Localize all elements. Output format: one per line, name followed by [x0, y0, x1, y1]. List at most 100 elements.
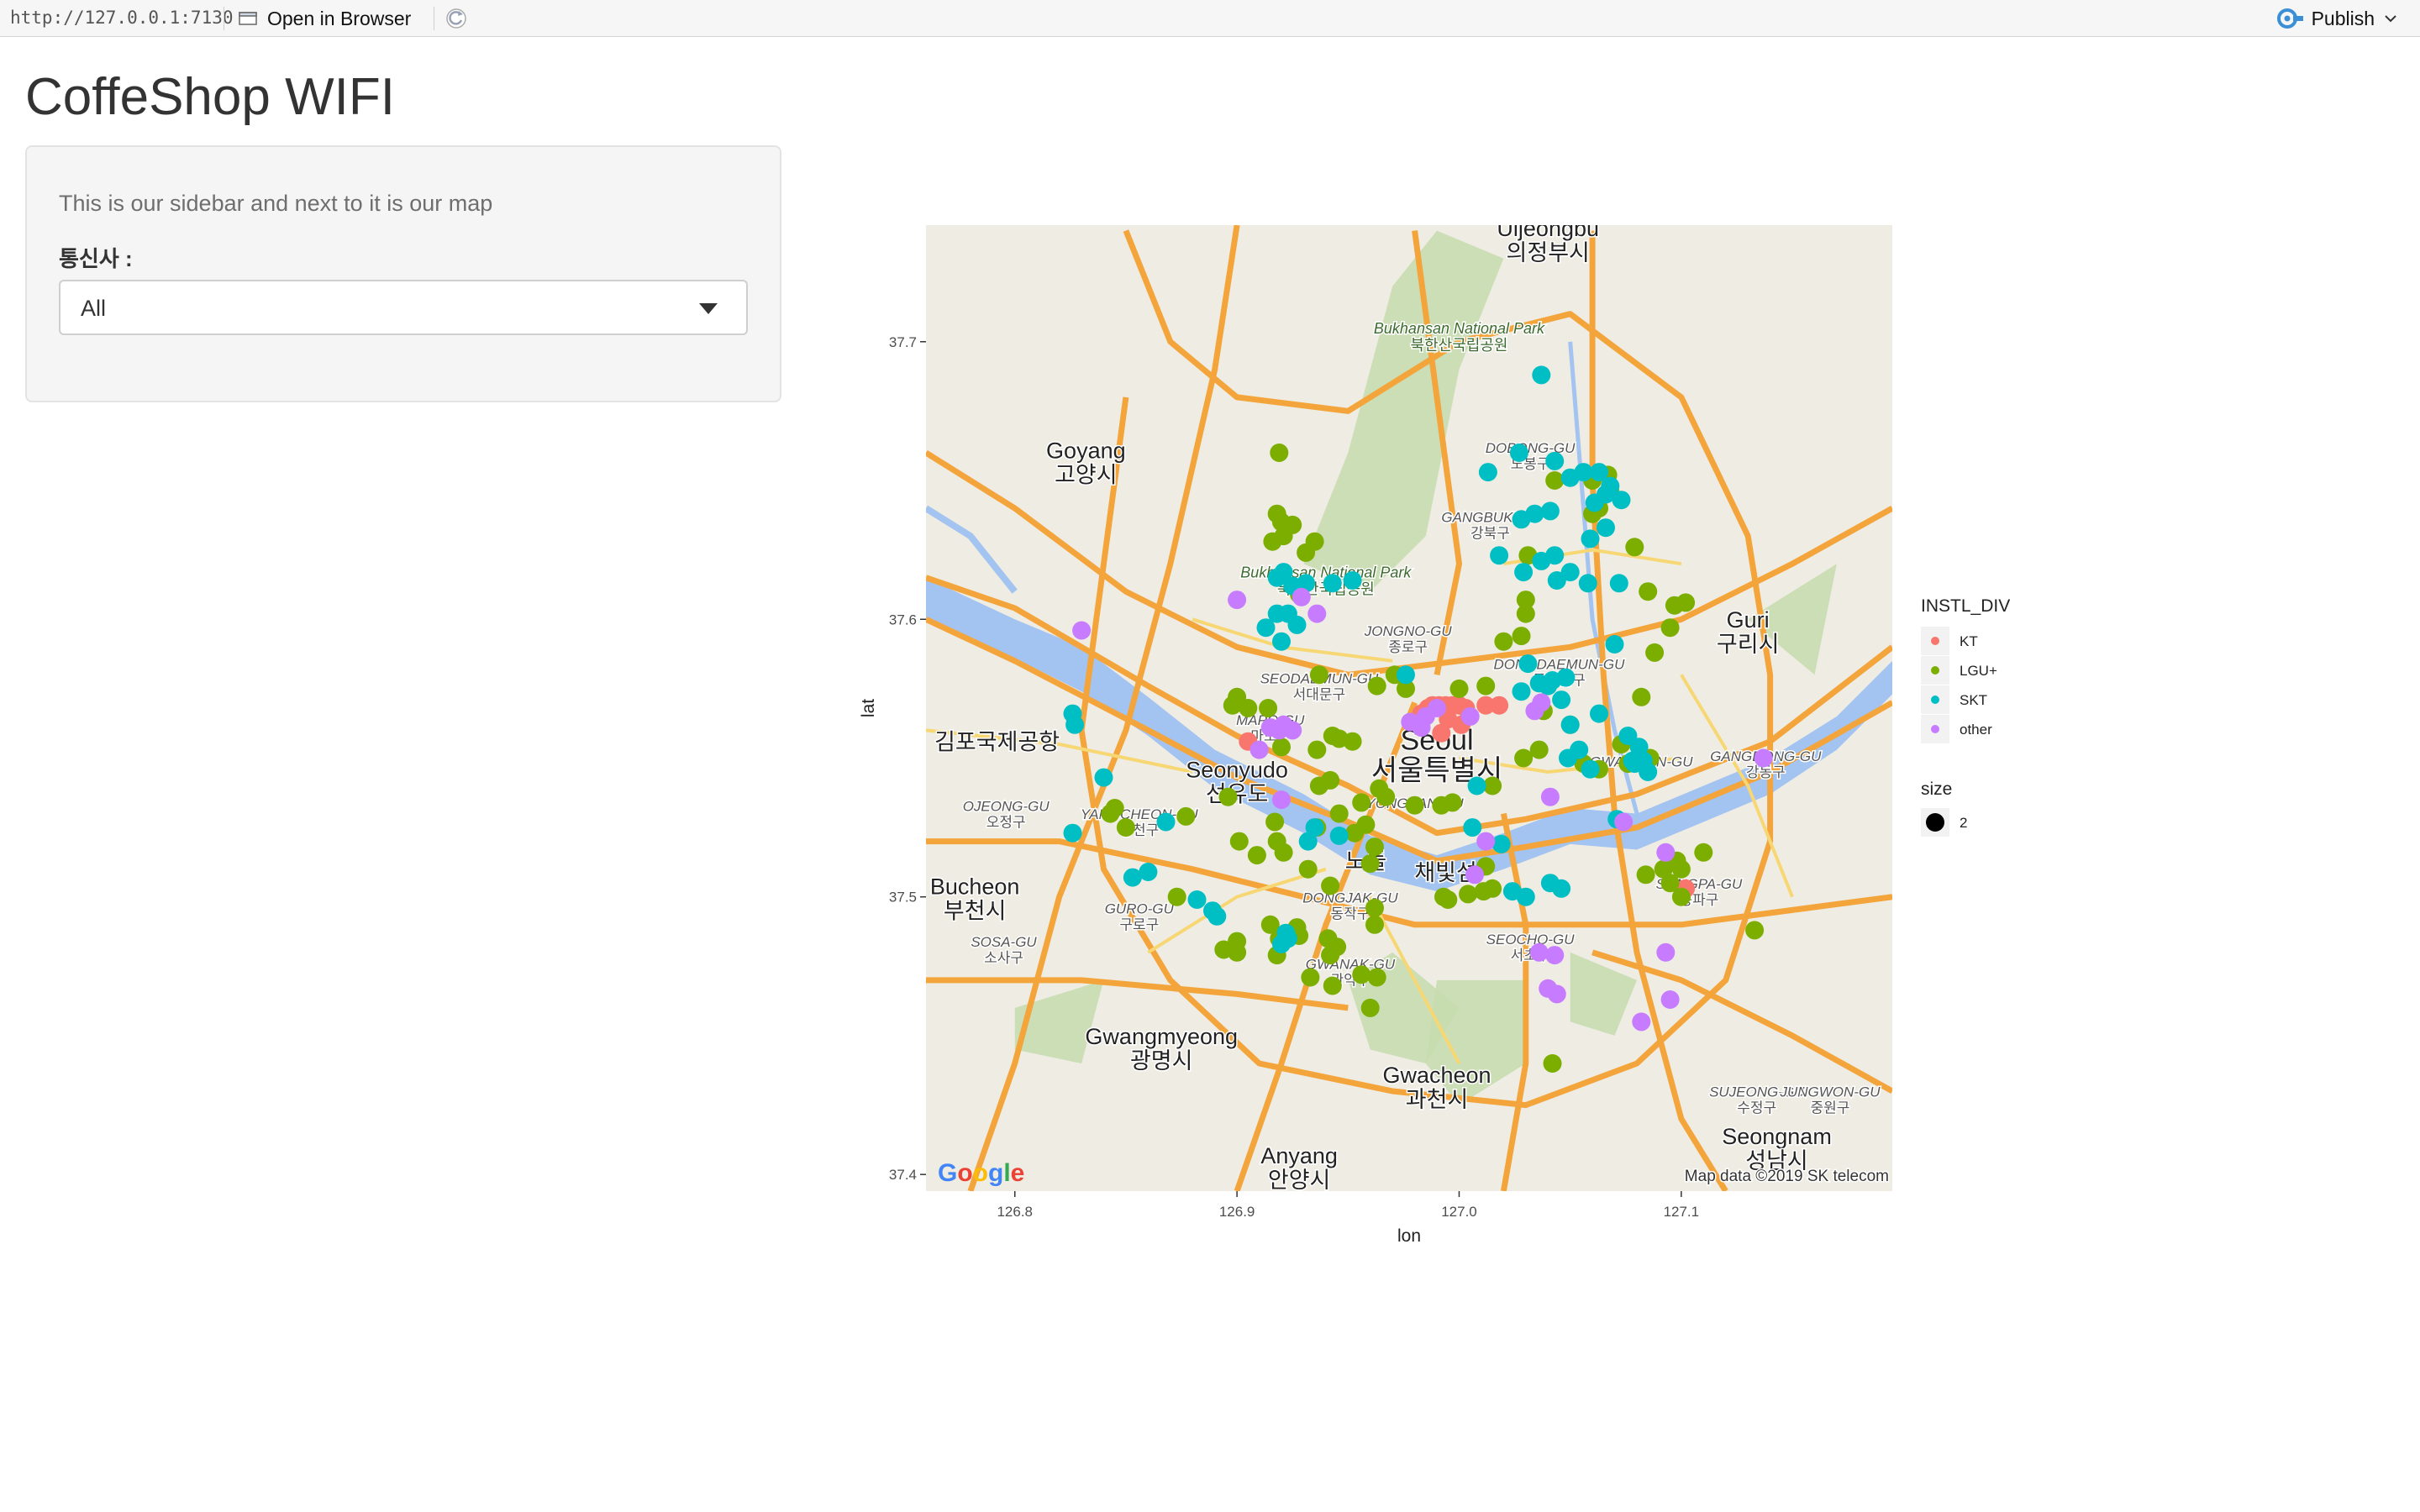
data-point-lgu — [1514, 748, 1534, 768]
publish-label: Publish — [2311, 7, 2375, 29]
data-point-skt — [1545, 451, 1565, 470]
google-logo-letter: o — [957, 1159, 972, 1187]
map-attribution: Map data ©2019 SK telecom — [1685, 1168, 1889, 1185]
data-point-skt — [1556, 668, 1576, 687]
data-point-other — [1656, 942, 1676, 962]
data-point-skt — [1552, 690, 1571, 710]
data-point-skt — [1272, 632, 1291, 651]
place-label-korean: 중원구 — [1811, 1100, 1850, 1116]
place-label-korean: 선유도 — [1206, 782, 1269, 807]
data-point-skt — [1094, 768, 1113, 787]
sidebar-help-text: This is our sidebar and next to it is ou… — [59, 191, 493, 216]
data-point-other — [1465, 865, 1484, 885]
data-point-lgu — [1229, 832, 1249, 851]
legend-key — [1931, 725, 1939, 733]
data-point-skt — [1514, 563, 1534, 582]
y-tick-label: 37.7 — [889, 334, 917, 350]
x-tick-label: 126.8 — [997, 1204, 1033, 1220]
place-label-korean: 오정구 — [986, 814, 1026, 830]
data-point-skt — [1278, 929, 1297, 948]
place-label-korean: 과천시 — [1406, 1087, 1469, 1112]
data-point-lgu — [1376, 787, 1396, 806]
place-label: OJEONG-GU — [963, 798, 1050, 814]
carrier-select[interactable]: All — [59, 280, 748, 335]
place-label: 김포국제공항 — [934, 730, 1060, 755]
data-point-lgu — [1329, 804, 1349, 823]
data-point-skt — [1539, 676, 1558, 696]
place-label-korean: 수정구 — [1737, 1100, 1776, 1116]
data-point-skt — [1578, 574, 1597, 593]
place-label: JONGNO-GU — [1364, 623, 1453, 639]
data-point-skt — [1329, 827, 1349, 845]
data-point-skt — [1287, 615, 1307, 634]
data-point-lgu — [1321, 876, 1340, 895]
x-tick-label: 126.9 — [1219, 1204, 1255, 1220]
data-point-skt — [1256, 618, 1276, 638]
data-point-skt — [1623, 751, 1642, 770]
publish-button[interactable]: Publish — [2276, 5, 2396, 32]
open-in-browser-label: Open in Browser — [267, 7, 412, 29]
data-point-lgu — [1512, 627, 1531, 646]
data-point-lgu — [1105, 799, 1124, 817]
size-legend-label: 2 — [1960, 815, 1967, 831]
data-point-other — [1401, 712, 1420, 732]
place-label: Bucheon — [930, 874, 1020, 899]
data-point-skt — [1540, 501, 1560, 521]
data-point-lgu — [1259, 699, 1278, 717]
place-label-korean: 구리시 — [1717, 632, 1780, 657]
data-point-skt — [1509, 444, 1528, 462]
data-point-other — [1072, 621, 1092, 640]
legend-label: KT — [1960, 633, 1978, 649]
data-point-lgu — [1434, 887, 1453, 906]
legend-label: LGU+ — [1960, 663, 1997, 679]
data-point-lgu — [1283, 515, 1302, 534]
data-point-lgu — [1301, 968, 1320, 987]
data-point-lgu — [1270, 444, 1289, 462]
open-in-browser-button[interactable]: Open in Browser — [239, 5, 411, 32]
size-key — [1926, 813, 1944, 832]
dropdown-arrow-icon — [699, 303, 718, 314]
legend-title: INSTL_DIV — [1921, 596, 2010, 616]
data-point-lgu — [1516, 591, 1535, 610]
data-point-lgu — [1367, 676, 1386, 696]
data-point-lgu — [1176, 806, 1196, 826]
viewer-toolbar: http://127.0.0.1:7130 Open in Browser Pu… — [0, 0, 2420, 37]
data-point-lgu — [1745, 921, 1765, 940]
data-point-lgu — [1321, 946, 1340, 965]
data-point-skt — [1581, 759, 1600, 779]
data-point-skt — [1581, 529, 1600, 549]
x-axis-label: lon — [1397, 1226, 1421, 1246]
data-point-lgu — [1297, 543, 1316, 562]
data-point-skt — [1532, 365, 1551, 385]
place-label: Guri — [1727, 607, 1770, 633]
y-tick-label: 37.4 — [889, 1167, 917, 1183]
data-point-lgu — [1274, 843, 1293, 862]
data-point-lgu — [1365, 898, 1384, 917]
data-point-other — [1632, 1012, 1651, 1032]
data-point-skt — [1532, 551, 1551, 570]
data-point-lgu — [1494, 632, 1513, 651]
data-point-lgu — [1443, 793, 1462, 812]
data-point-other — [1545, 946, 1565, 965]
url-text[interactable]: http://127.0.0.1:7130 — [10, 8, 234, 28]
data-point-skt — [1305, 818, 1324, 837]
data-point-lgu — [1543, 1054, 1562, 1073]
data-point-lgu — [1352, 965, 1371, 984]
place-label: Goyang — [1046, 438, 1126, 464]
data-point-other — [1274, 715, 1293, 734]
data-point-skt — [1525, 504, 1544, 523]
x-tick-label: 127.0 — [1441, 1204, 1477, 1220]
data-point-skt — [1207, 906, 1227, 926]
data-point-skt — [1063, 823, 1082, 843]
map-scatter-chart: Uijeongbu의정부시 Bukhansan National Park북한산국… — [859, 225, 2010, 1246]
refresh-icon[interactable] — [444, 6, 469, 31]
place-label-korean: 소사구 — [984, 950, 1023, 966]
place-label: Seonyudo — [1186, 758, 1288, 783]
google-logo-letter: l — [1003, 1159, 1010, 1187]
data-point-lgu — [1223, 696, 1242, 715]
data-point-other — [1460, 706, 1480, 726]
publish-icon — [2276, 8, 2303, 29]
google-logo: Google — [938, 1159, 1024, 1187]
data-point-lgu — [1309, 776, 1328, 795]
data-point-lgu — [1660, 618, 1680, 638]
